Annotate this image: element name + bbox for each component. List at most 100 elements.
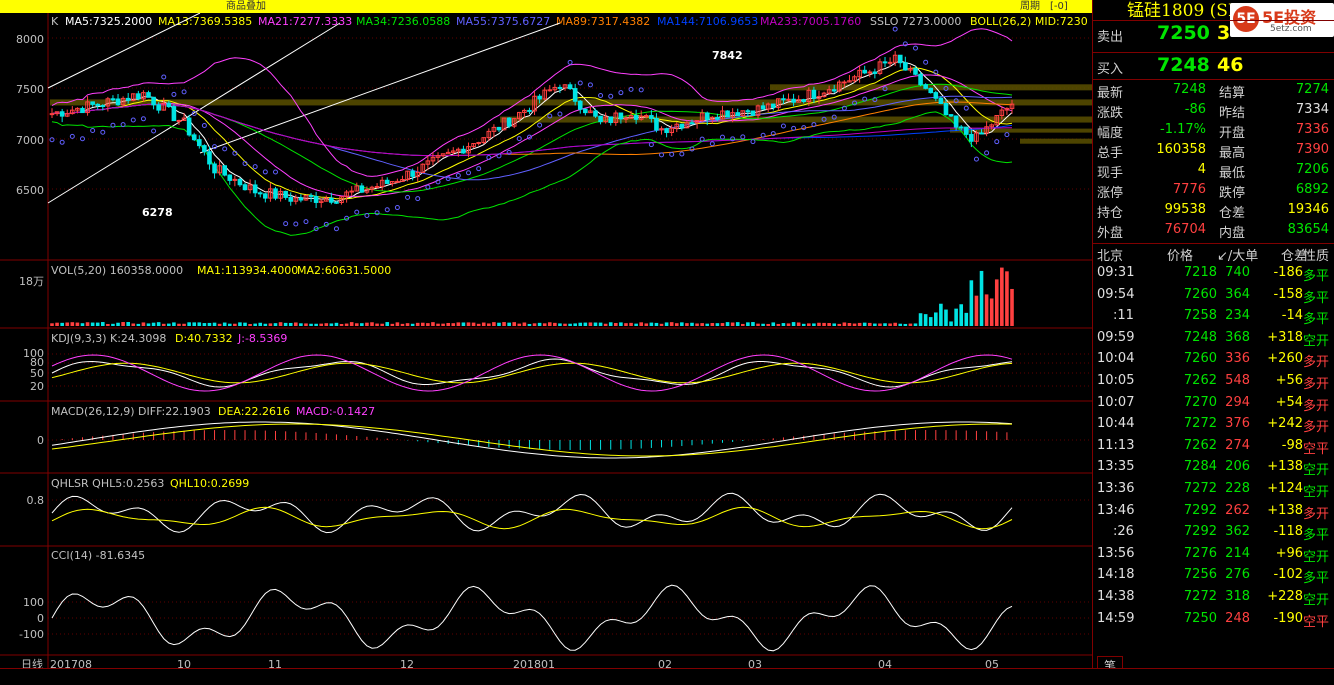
volume-bar	[380, 323, 384, 326]
tick-row[interactable]: 13:56 7276 214 +96 空开	[1093, 546, 1334, 567]
tick-row[interactable]: :26 7292 362 -118 多平	[1093, 524, 1334, 545]
volume-bar	[867, 322, 872, 326]
volume-bar	[324, 323, 329, 326]
tick-row[interactable]: 10:05 7262 548 +56 多开	[1093, 373, 1334, 394]
sar-dot	[262, 169, 268, 175]
sar-dot	[963, 105, 969, 111]
low-annotation: 6278	[142, 206, 173, 219]
tick-row[interactable]: 10:04 7260 336 +260 多开	[1093, 351, 1334, 372]
buy-row: 买入 7248 46	[1093, 54, 1334, 80]
overlay-label[interactable]: 商品叠加	[226, 0, 266, 13]
tick-type: 多平	[1302, 269, 1329, 284]
stat-value: 7248	[1172, 82, 1206, 97]
tick-row[interactable]: 10:44 7272 376 +242 多开	[1093, 416, 1334, 437]
tick-row[interactable]: 14:18 7256 276 -102 多平	[1093, 567, 1334, 588]
tick-row[interactable]: 10:07 7270 294 +54 多开	[1093, 395, 1334, 416]
candle-body	[791, 98, 796, 103]
sar-dot	[130, 117, 136, 123]
tick-row[interactable]: 14:38 7272 318 +228 空开	[1093, 589, 1334, 610]
chart-canvas[interactable]: K MA5:7325.2000 MA13:7369.5385 MA21:7277…	[0, 12, 1092, 671]
sslo-label: SSLO 7273.0000	[870, 15, 961, 28]
tick-price: 7262	[1183, 437, 1217, 453]
sar-dot	[415, 196, 421, 202]
volume-bar	[121, 322, 125, 326]
tick-row[interactable]: 14:59 7250 248 -190 空平	[1093, 611, 1334, 632]
trendline	[199, 22, 561, 154]
buy-label: 买入	[1097, 62, 1124, 77]
volume-bar	[735, 322, 740, 326]
tick-row[interactable]: :11 7258 234 -14 多平	[1093, 308, 1334, 329]
volume-bar	[979, 270, 984, 326]
volume-bar	[131, 323, 136, 326]
stat-label: 涨跌	[1097, 106, 1124, 121]
volume-bar	[898, 323, 903, 326]
period-label[interactable]: 周期	[1020, 0, 1040, 13]
stat-label: 开盘	[1219, 126, 1246, 141]
sar-dot	[476, 166, 482, 172]
volume-bar	[167, 323, 171, 326]
tick-volume: 248	[1225, 610, 1250, 626]
volume-bar	[812, 323, 816, 326]
volume-bar	[192, 322, 197, 326]
quote-panel: 锰硅1809 (SM809) 5E 5E投资 5etz.com 卖出 7250 …	[1092, 0, 1334, 684]
tick-time: 14:18	[1097, 567, 1135, 583]
chart-area[interactable]: K MA5:7325.2000 MA13:7369.5385 MA21:7277…	[0, 12, 1092, 671]
volume-bar	[878, 323, 882, 326]
candle-body	[872, 71, 878, 74]
volume-bar	[614, 322, 618, 326]
volume-bar	[365, 322, 369, 326]
volume-bar	[954, 308, 958, 326]
volume-bar	[487, 323, 491, 326]
sar-dot	[100, 129, 106, 135]
kdj-d: D:40.7332	[175, 332, 233, 345]
volume-bar	[984, 294, 989, 326]
volume-bar	[481, 322, 486, 326]
volume-bar	[852, 323, 857, 326]
sar-dot	[90, 128, 96, 134]
candle-body	[49, 113, 55, 116]
sar-dot	[608, 93, 614, 99]
volume-bar	[583, 322, 588, 326]
volume-bar	[746, 322, 750, 326]
volume-bar	[928, 317, 933, 326]
tick-row[interactable]: 13:35 7284 206 +138 空开	[1093, 459, 1334, 480]
tick-time: 10:44	[1097, 416, 1135, 432]
period-tab[interactable]: 日线	[21, 657, 43, 671]
tick-price: 7272	[1183, 416, 1217, 432]
stat-label: 总手	[1097, 146, 1124, 161]
volume-bar	[715, 323, 720, 326]
sar-dot	[628, 86, 634, 92]
tick-row[interactable]: 09:54 7260 364 -158 多平	[1093, 287, 1334, 308]
tick-volume: 262	[1225, 502, 1250, 518]
stat-value: 7776	[1172, 182, 1206, 197]
stat-row: 幅度 -1.17% 开盘 7336	[1093, 122, 1334, 142]
volume-bar	[395, 322, 400, 326]
candle-body	[593, 110, 598, 117]
stat-row: 最新 7248 结算 7274	[1093, 82, 1334, 102]
tick-row[interactable]: 09:59 7248 368 +318 空开	[1093, 330, 1334, 351]
candle-body	[679, 123, 685, 129]
volume-bar	[923, 314, 928, 326]
tick-row[interactable]: 13:36 7272 228 +124 空开	[1093, 481, 1334, 502]
tick-time: :26	[1113, 524, 1134, 540]
candle-body	[928, 87, 934, 94]
volume-bar	[248, 323, 252, 326]
candle-body	[842, 81, 847, 84]
tick-row[interactable]: 11:13 7262 274 -98 空平	[1093, 438, 1334, 459]
sar-dot	[994, 139, 1000, 145]
volume-bar	[751, 322, 755, 326]
candle-body	[212, 163, 217, 174]
tick-row[interactable]: 09:31 7218 740 -186 多平	[1093, 265, 1334, 286]
volume-bar	[182, 323, 186, 326]
candle-body	[461, 148, 466, 154]
period-value[interactable]: [-0]	[1050, 0, 1068, 13]
volume-bar	[827, 323, 831, 326]
tick-volume: 276	[1225, 567, 1250, 583]
volume-bar	[212, 322, 217, 326]
volume-bar	[349, 322, 354, 326]
volume-bar	[415, 322, 420, 326]
tick-row[interactable]: 13:46 7292 262 +138 多开	[1093, 503, 1334, 524]
price-band	[500, 116, 1092, 123]
tick-price: 7272	[1183, 589, 1217, 604]
volume-bar	[725, 322, 730, 326]
